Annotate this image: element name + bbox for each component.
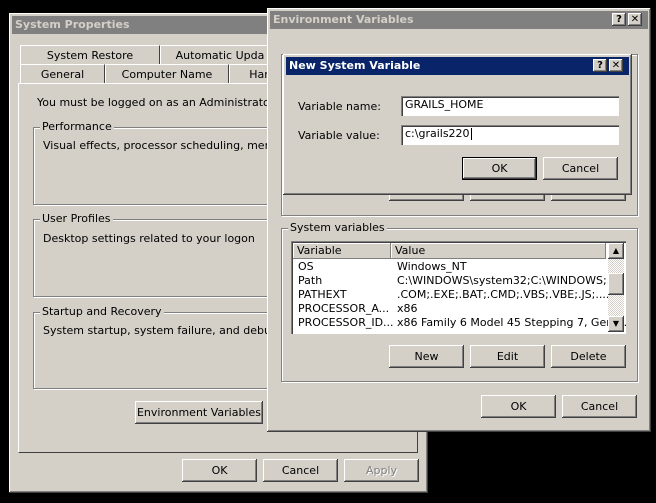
environment-variables-button[interactable]: Environment Variables [135,401,263,424]
table-row[interactable]: PROCESSOR_A... x86 [293,302,606,316]
variable-cell: PROCESSOR_A... [298,302,390,315]
user-profiles-group: User Profiles Desktop settings related t… [33,212,293,297]
tab-computer-name[interactable]: Computer Name [105,64,229,83]
close-icon[interactable]: ✕ [628,13,642,26]
new-variable-ok-button[interactable]: OK [462,157,537,180]
column-header-value[interactable]: Value [391,243,606,259]
variable-name-label: Variable name: [298,100,381,113]
table-row[interactable]: PROCESSOR_ID... x86 Family 6 Model 45 St… [293,316,626,330]
environment-variables-titlebar[interactable]: Environment Variables [270,11,648,29]
environment-cancel-button[interactable]: Cancel [562,395,637,418]
system-edit-button[interactable]: Edit [470,345,545,368]
table-row[interactable]: Path C:\WINDOWS\system32;C:\WINDOWS;... [293,274,617,288]
variable-value-text: c:\grails220 [405,127,470,140]
variable-name-input[interactable]: GRAILS_HOME [401,96,619,116]
column-header-variable[interactable]: Variable [293,243,391,259]
value-cell: .COM;.EXE;.BAT;.CMD;.VBS;.VBE;.JS;.... [397,288,610,301]
value-cell: C:\WINDOWS\system32;C:\WINDOWS;... [397,274,618,287]
system-variables-label: System variables [288,221,387,234]
new-variable-cancel-button[interactable]: Cancel [543,157,618,180]
startup-recovery-group: Startup and Recovery System startup, sys… [33,305,313,389]
table-row[interactable]: OS Windows_NT [293,260,606,274]
value-cell: x86 [397,302,418,315]
new-system-variable-dialog: New System Variable ? ✕ Variable name: G… [283,54,632,195]
variable-value-label: Variable value: [298,129,380,142]
help-icon[interactable]: ? [612,13,626,26]
variable-cell: PROCESSOR_ID... [298,316,394,329]
tab-system-restore[interactable]: System Restore [20,45,160,64]
system-properties-cancel-button[interactable]: Cancel [263,459,338,482]
variable-cell: PATHEXT [298,288,347,301]
text-caret [470,128,472,140]
value-cell: Windows_NT [397,260,467,273]
user-profiles-label: User Profiles [40,212,113,225]
new-system-variable-titlebar[interactable]: New System Variable [286,57,629,75]
performance-label: Performance [40,120,114,133]
performance-group: Performance Visual effects, processor sc… [33,120,309,205]
tab-automatic-updates[interactable]: Automatic Upda [160,45,280,64]
scroll-up-icon[interactable]: ▲ [608,243,624,259]
scrollbar-thumb[interactable] [608,273,624,295]
table-row[interactable]: PATHEXT .COM;.EXE;.BAT;.CMD;.VBS;.VBE;.J… [293,288,610,302]
environment-ok-button[interactable]: OK [481,395,556,418]
system-properties-apply-button[interactable]: Apply [344,459,419,482]
value-cell: x86 Family 6 Model 45 Stepping 7, Genu..… [397,316,626,329]
system-new-button[interactable]: New [389,345,464,368]
system-properties-ok-button[interactable]: OK [182,459,257,482]
scroll-down-icon[interactable]: ▼ [608,316,624,332]
close-icon[interactable]: ✕ [609,59,623,72]
vertical-scrollbar[interactable]: ▲ ▼ [608,243,624,332]
startup-recovery-label: Startup and Recovery [40,305,164,318]
variable-value-input[interactable]: c:\grails220 [401,125,619,145]
system-delete-button[interactable]: Delete [551,345,626,368]
help-icon[interactable]: ? [593,59,607,72]
variable-cell: Path [298,274,323,287]
tab-general[interactable]: General [20,64,105,83]
user-profiles-description: Desktop settings related to your logon [43,232,255,245]
variable-cell: OS [298,260,314,273]
system-variables-list[interactable]: Variable Value OS Windows_NT Path C:\WIN… [291,241,626,334]
